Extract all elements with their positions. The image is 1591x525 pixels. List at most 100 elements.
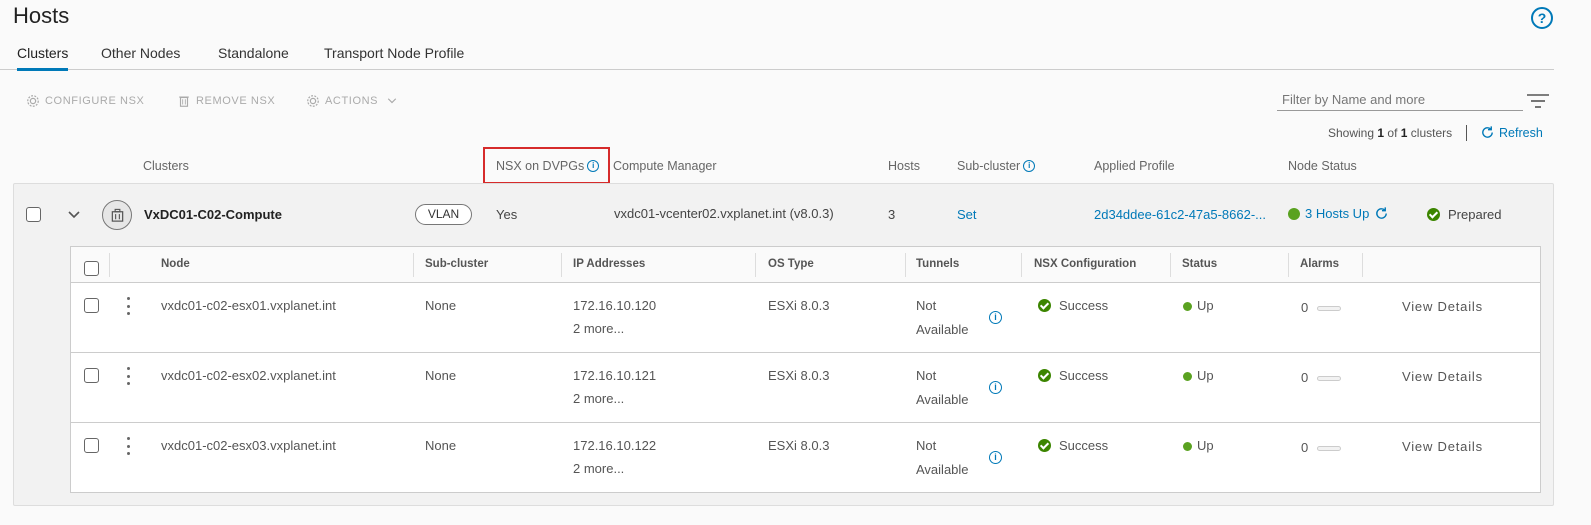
cluster-icon xyxy=(102,200,132,230)
col-header-compute-manager: Compute Manager xyxy=(613,159,717,173)
col-header-sub-cluster[interactable]: Sub-cluster xyxy=(425,258,488,270)
info-icon[interactable]: i xyxy=(1023,160,1036,172)
view-details-link[interactable]: View Details xyxy=(1402,369,1483,384)
applied-profile-link[interactable]: 2d34ddee-61c2-47a5-8662-... xyxy=(1094,207,1266,222)
prepared-status: Prepared xyxy=(1427,207,1501,222)
sub-cluster-set-link[interactable]: Set xyxy=(957,207,977,222)
node-name: vxdc01-c02-esx03.vxplanet.int xyxy=(161,438,336,453)
row-actions-icon[interactable] xyxy=(125,297,131,315)
node-table-header: Node Sub-cluster IP Addresses OS Type Tu… xyxy=(71,247,1540,283)
actions-dropdown[interactable]: ACTIONS xyxy=(306,94,398,108)
tunnels-status-line1: Not xyxy=(916,438,937,453)
trash-icon xyxy=(179,96,189,107)
row-actions-icon[interactable] xyxy=(125,367,131,385)
view-details-link[interactable]: View Details xyxy=(1402,439,1483,454)
help-icon[interactable]: ? xyxy=(1531,7,1553,29)
tab-bar: Clusters Other Nodes Standalone Transpor… xyxy=(0,40,1554,71)
more-ips-link[interactable]: 2 more... xyxy=(573,391,624,406)
table-row: vxdc01-c02-esx03.vxplanet.int None 172.1… xyxy=(71,423,1540,493)
configure-nsx-button[interactable]: CONFIGURE NSX xyxy=(26,94,144,108)
configure-nsx-label: CONFIGURE NSX xyxy=(45,95,145,107)
info-icon[interactable]: i xyxy=(989,451,1002,464)
gear-icon xyxy=(27,95,39,107)
cluster-checkbox[interactable] xyxy=(26,207,41,222)
result-count: Showing 1 of 1 clusters xyxy=(1328,126,1453,140)
nsx-on-dvpgs-value: Yes xyxy=(496,207,518,222)
node-os-type: ESXi 8.0.3 xyxy=(768,298,830,313)
prepared-label: Prepared xyxy=(1448,207,1502,222)
col-header-hosts: Hosts xyxy=(888,159,920,173)
hosts-up-status: 3 Hosts Up xyxy=(1288,206,1389,221)
view-details-link[interactable]: View Details xyxy=(1402,299,1483,314)
node-name: vxdc01-c02-esx02.vxplanet.int xyxy=(161,368,336,383)
more-ips-link[interactable]: 2 more... xyxy=(573,461,624,476)
info-icon[interactable]: i xyxy=(989,311,1002,324)
tunnels-status-line1: Not xyxy=(916,298,937,313)
col-header-ip-addresses[interactable]: IP Addresses xyxy=(573,258,645,270)
chevron-down-icon[interactable] xyxy=(67,208,81,222)
col-header-node-status: Node Status xyxy=(1288,159,1357,173)
node-sub-cluster: None xyxy=(425,298,457,313)
col-header-nsx-configuration[interactable]: NSX Configuration xyxy=(1034,258,1136,270)
filter-icon[interactable] xyxy=(1526,93,1550,109)
node-os-type: ESXi 8.0.3 xyxy=(768,368,830,383)
tunnels-status-line1: Not xyxy=(916,368,937,383)
more-ips-link[interactable]: 2 more... xyxy=(573,321,624,336)
vlan-badge: VLAN xyxy=(415,204,472,225)
col-header-tunnels[interactable]: Tunnels xyxy=(916,258,959,270)
tab-other-nodes[interactable]: Other Nodes xyxy=(101,45,180,61)
col-header-sub-cluster: Sub-cluster i xyxy=(957,159,1036,173)
info-icon[interactable]: i xyxy=(989,381,1002,394)
refresh-button[interactable]: Refresh xyxy=(1480,125,1543,140)
gear-icon xyxy=(307,95,319,107)
alarms-count: 0 xyxy=(1301,370,1342,385)
node-ip: 172.16.10.120 xyxy=(573,298,657,313)
tunnels-status-line2: Available xyxy=(916,322,969,337)
cluster-name[interactable]: VxDC01-C02-Compute xyxy=(144,207,282,222)
compute-manager-value: vxdc01-vcenter02.vxplanet.int (v8.0.3) xyxy=(614,206,834,221)
success-icon xyxy=(1427,208,1440,221)
remove-nsx-button[interactable]: REMOVE NSX xyxy=(177,94,275,108)
select-all-checkbox[interactable] xyxy=(84,261,99,276)
col-header-os-type[interactable]: OS Type xyxy=(768,258,814,270)
status-up-icon xyxy=(1183,302,1192,312)
node-ip: 172.16.10.122 xyxy=(573,438,657,453)
filter-input[interactable] xyxy=(1277,89,1523,111)
nsx-config-status: Success xyxy=(1038,368,1108,383)
node-status: Up xyxy=(1183,438,1214,453)
alarms-count: 0 xyxy=(1301,300,1342,315)
node-os-type: ESXi 8.0.3 xyxy=(768,438,830,453)
col-header-status[interactable]: Status xyxy=(1182,258,1217,270)
status-up-icon xyxy=(1183,442,1192,452)
remove-nsx-label: REMOVE NSX xyxy=(196,95,276,107)
alarms-count: 0 xyxy=(1301,440,1342,455)
hosts-up-link[interactable]: 3 Hosts Up xyxy=(1305,206,1369,221)
page-title: Hosts xyxy=(13,3,70,28)
nsx-config-status: Success xyxy=(1038,298,1108,313)
actions-label: ACTIONS xyxy=(325,95,379,107)
hosts-count: 3 xyxy=(888,207,896,222)
node-ip: 172.16.10.121 xyxy=(573,368,657,383)
status-up-icon xyxy=(1183,372,1192,382)
success-icon xyxy=(1038,299,1051,312)
node-name: vxdc01-c02-esx01.vxplanet.int xyxy=(161,298,336,313)
row-checkbox[interactable] xyxy=(84,368,99,383)
divider xyxy=(1466,125,1467,141)
node-sub-cluster: None xyxy=(425,368,457,383)
refresh-label: Refresh xyxy=(1499,125,1543,140)
col-header-clusters: Clusters xyxy=(143,159,189,173)
table-row: vxdc01-c02-esx01.vxplanet.int None 172.1… xyxy=(71,283,1540,353)
col-header-alarms[interactable]: Alarms xyxy=(1300,258,1339,270)
tab-standalone[interactable]: Standalone xyxy=(218,45,289,61)
row-checkbox[interactable] xyxy=(84,438,99,453)
tab-transport-node-profile[interactable]: Transport Node Profile xyxy=(324,45,464,61)
row-actions-icon[interactable] xyxy=(125,437,131,455)
tab-clusters[interactable]: Clusters xyxy=(17,45,69,71)
status-up-icon xyxy=(1288,207,1300,220)
col-header-node[interactable]: Node xyxy=(161,258,190,270)
success-icon xyxy=(1038,369,1051,382)
row-checkbox[interactable] xyxy=(84,298,99,313)
nsx-config-status: Success xyxy=(1038,438,1108,453)
refresh-icon[interactable] xyxy=(1374,206,1389,221)
node-status: Up xyxy=(1183,368,1214,383)
